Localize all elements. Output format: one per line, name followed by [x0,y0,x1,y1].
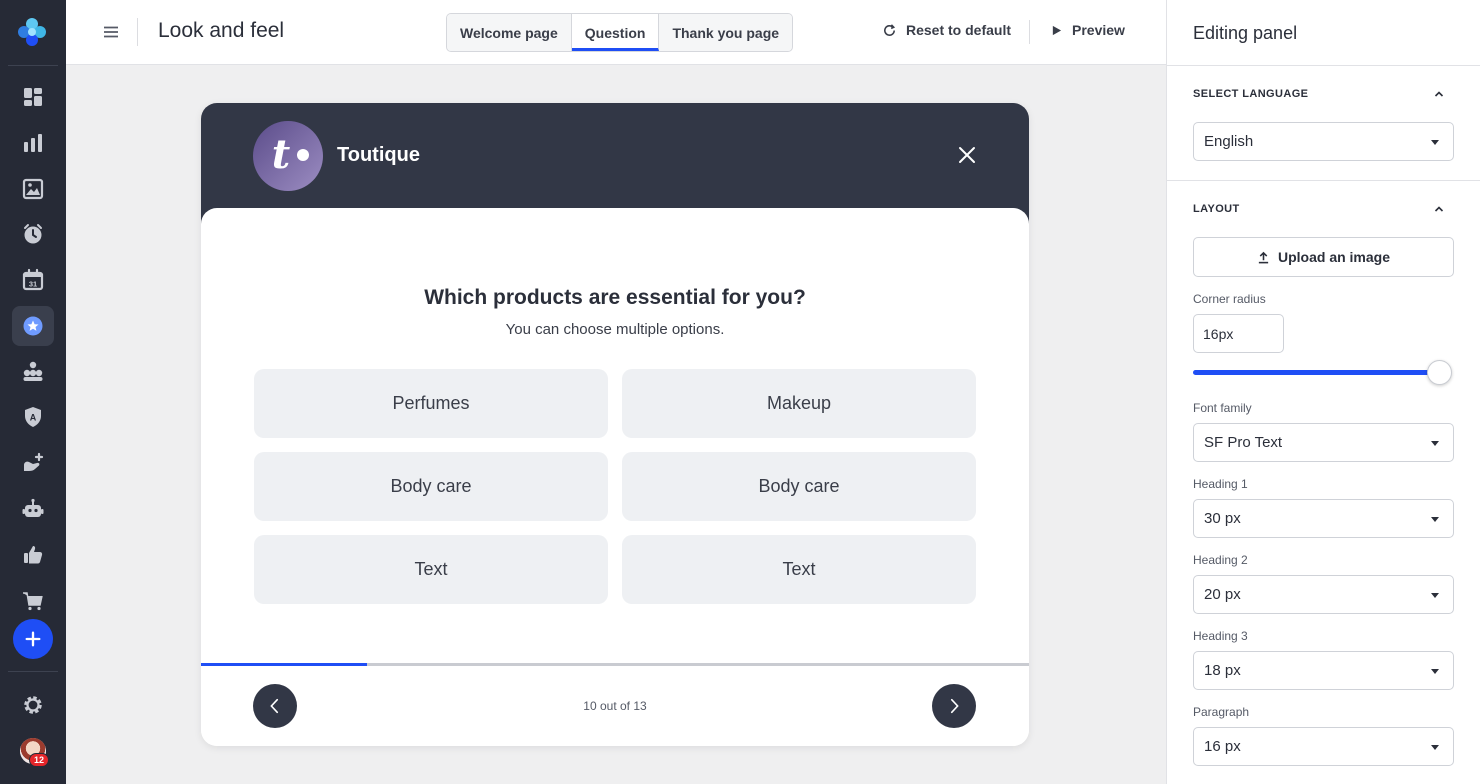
tab-thank-you-page[interactable]: Thank you page [659,14,793,51]
panel-divider [1167,180,1480,181]
hamburger-menu-icon[interactable] [103,24,119,40]
answer-option[interactable]: Makeup [622,369,976,438]
preview-label: Preview [1072,22,1125,38]
page-title: Look and feel [158,19,285,42]
chevron-right-icon [950,698,959,714]
hand-plus-icon[interactable] [12,443,54,483]
heading3-label: Heading 3 [1193,629,1248,643]
panel-title: Editing panel [1193,23,1298,43]
heading3-select[interactable]: 18 px [1193,651,1454,690]
paragraph-label: Paragraph [1193,705,1250,719]
robot-icon[interactable] [12,489,54,529]
top-bar: Look and feel Welcome page Question Than… [66,0,1166,65]
upload-image-button[interactable]: Upload an image [1193,237,1454,277]
heading2-select[interactable]: 20 px [1193,575,1454,614]
cart-icon[interactable] [12,580,54,620]
caret-down-icon [1431,669,1439,674]
tab-question[interactable]: Question [571,14,660,51]
corner-radius-slider-track[interactable] [1193,370,1441,375]
font-family-label: Font family [1193,401,1252,415]
calendar-icon[interactable]: 31 [12,260,54,300]
brand-logo-dot [297,149,309,161]
question-heading: Which products are essential for you? [424,286,806,309]
refresh-icon [884,23,896,36]
answer-option[interactable]: Perfumes [254,369,608,438]
caret-down-icon [1431,140,1439,145]
brand-initial: t [271,130,291,178]
notification-badge: 12 [29,753,49,767]
page-counter: 10 out of 13 [583,699,647,713]
answer-option[interactable]: Body care [622,452,976,521]
language-value: English [1204,133,1254,150]
left-nav-rail: 31 A 12 [0,0,66,784]
heading1-label: Heading 1 [1193,477,1248,491]
app-logo-icon[interactable] [17,17,47,47]
shield-letter-text: A [30,413,37,423]
star-badge-icon[interactable] [12,306,54,346]
shield-icon[interactable]: A [12,397,54,437]
corner-radius-label: Corner radius [1193,292,1266,306]
image-icon[interactable] [12,169,54,209]
section-title-language: SELECT LANGUAGE [1193,88,1309,100]
section-title-layout: LAYOUT [1193,203,1240,215]
heading2-value: 20 px [1204,586,1241,603]
user-avatar[interactable]: 12 [20,738,49,767]
reset-to-default-button[interactable]: Reset to default [882,22,1011,38]
thumbs-up-icon[interactable] [12,535,54,575]
dashboard-icon[interactable] [12,77,54,117]
panel-divider [1167,65,1480,66]
upload-icon [1258,251,1269,263]
bar-chart-icon[interactable] [12,123,54,163]
question-subtitle: You can choose multiple options. [505,321,725,338]
close-icon[interactable] [955,143,979,167]
caret-down-icon [1431,593,1439,598]
heading1-value: 30 px [1204,510,1241,527]
reset-label: Reset to default [906,22,1012,38]
answer-option[interactable]: Text [622,535,976,604]
font-family-select[interactable]: SF Pro Text [1193,423,1454,462]
paragraph-select[interactable]: 16 px [1193,727,1454,766]
rail-divider [8,671,58,672]
heading1-select[interactable]: 30 px [1193,499,1454,538]
upload-label: Upload an image [1277,249,1391,265]
play-icon [1052,25,1062,35]
editing-panel: Editing panel SELECT LANGUAGE English LA… [1166,0,1480,784]
font-family-value: SF Pro Text [1204,434,1283,451]
calendar-day-text: 31 [29,280,37,289]
plus-icon [25,631,41,647]
survey-preview-card: t Toutique Which products are essential … [201,103,1029,746]
tab-welcome-page[interactable]: Welcome page [447,14,572,51]
next-button[interactable] [932,684,976,728]
caret-down-icon [1431,745,1439,750]
heading2-label: Heading 2 [1193,553,1248,567]
clock-icon[interactable] [12,214,54,254]
brand-logo: t [253,121,323,191]
page-tabs: Welcome page Question Thank you page [446,13,794,52]
answer-option[interactable]: Body care [254,452,608,521]
rail-divider [8,65,58,66]
add-button[interactable] [13,619,53,659]
header-divider [1029,20,1030,44]
progress-fill [201,663,367,666]
caret-down-icon [1431,441,1439,446]
progress-bar [201,663,1029,666]
chevron-up-icon[interactable] [1433,203,1445,215]
org-chart-icon[interactable] [12,352,54,392]
header-divider [137,18,138,46]
caret-down-icon [1431,517,1439,522]
settings-gear-icon[interactable] [12,685,54,725]
answer-option[interactable]: Text [254,535,608,604]
language-select[interactable]: English [1193,122,1454,161]
heading3-value: 18 px [1204,662,1241,679]
preview-button[interactable]: Preview [1051,22,1125,38]
chevron-up-icon[interactable] [1433,88,1445,100]
corner-radius-slider-thumb[interactable] [1427,360,1452,385]
brand-name: Toutique [337,144,420,166]
corner-radius-input[interactable]: 16px [1193,314,1284,353]
paragraph-value: 16 px [1204,738,1241,755]
